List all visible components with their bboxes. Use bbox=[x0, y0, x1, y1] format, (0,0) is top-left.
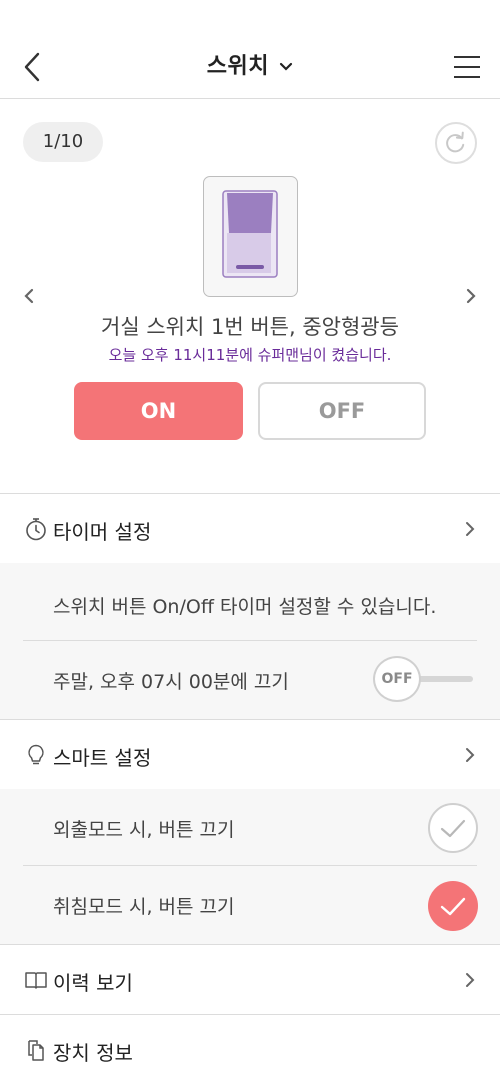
timer-description-row: 스위치 버튼 On/Off 타이머 설정할 수 있습니다. bbox=[23, 563, 477, 641]
switch-icon bbox=[222, 190, 278, 278]
timer-item-label: 주말, 오후 07시 00분에 끄기 bbox=[53, 671, 289, 693]
smart-settings-row[interactable]: 스마트 설정 bbox=[0, 719, 500, 789]
stopwatch-icon bbox=[26, 518, 46, 541]
history-row[interactable]: 이력 보기 bbox=[0, 944, 500, 1014]
refresh-icon[interactable] bbox=[435, 122, 477, 164]
toggle-knob: OFF bbox=[373, 656, 421, 702]
history-label: 이력 보기 bbox=[53, 971, 133, 995]
smart-item-row: 취침모드 시, 버튼 끄기 bbox=[23, 866, 477, 944]
smart-settings-label: 스마트 설정 bbox=[53, 746, 152, 770]
timer-toggle[interactable]: OFF bbox=[373, 656, 473, 702]
on-button[interactable]: ON bbox=[74, 382, 243, 440]
chevron-down-icon bbox=[280, 62, 293, 71]
device-info-row[interactable]: 장치 정보 bbox=[0, 1014, 500, 1082]
chevron-right-icon bbox=[466, 522, 475, 536]
checkmark-icon bbox=[440, 897, 466, 916]
page-title: 스위치 bbox=[206, 54, 270, 79]
off-button[interactable]: OFF bbox=[258, 382, 426, 440]
checkmark-icon bbox=[440, 819, 466, 838]
switch-illustration bbox=[203, 176, 298, 297]
timer-description: 스위치 버튼 On/Off 타이머 설정할 수 있습니다. bbox=[53, 596, 437, 618]
smart-item-row: 외출모드 시, 버튼 끄기 bbox=[23, 789, 477, 866]
lightbulb-icon bbox=[28, 744, 44, 765]
document-copy-icon bbox=[28, 1040, 44, 1061]
smart-panel: 외출모드 시, 버튼 끄기 취침모드 시, 버튼 끄기 bbox=[0, 789, 500, 944]
smart-item-label: 외출모드 시, 버튼 끄기 bbox=[53, 819, 235, 841]
next-device-icon[interactable] bbox=[462, 286, 480, 306]
away-mode-checkbox[interactable] bbox=[428, 803, 478, 853]
device-info-label: 장치 정보 bbox=[53, 1041, 133, 1065]
book-icon bbox=[25, 972, 47, 989]
smart-item-label: 취침모드 시, 버튼 끄기 bbox=[53, 896, 235, 918]
page-title-dropdown[interactable]: 스위치 bbox=[0, 48, 500, 80]
sleep-mode-checkbox[interactable] bbox=[428, 881, 478, 931]
previous-device-icon[interactable] bbox=[20, 286, 38, 306]
chevron-right-icon bbox=[466, 973, 475, 987]
timer-settings-label: 타이머 설정 bbox=[53, 520, 152, 544]
device-status-message: 오늘 오후 11시11분에 슈퍼맨님이 켰습니다. bbox=[108, 346, 392, 364]
timer-settings-row[interactable]: 타이머 설정 bbox=[0, 493, 500, 563]
device-name: 거실 스위치 1번 버튼, 중앙형광등 bbox=[101, 315, 399, 339]
app-header: 스위치 bbox=[0, 0, 500, 99]
hamburger-menu-icon[interactable] bbox=[452, 54, 482, 80]
chevron-right-icon bbox=[466, 748, 475, 762]
page-indicator: 1/10 bbox=[23, 122, 103, 162]
